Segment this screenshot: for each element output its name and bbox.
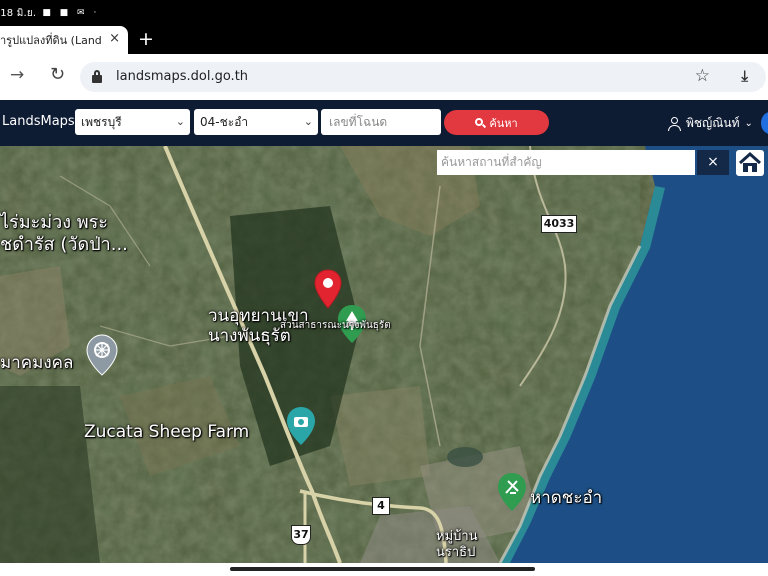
- province-select[interactable]: เพชรบุรี ⌄: [75, 109, 190, 135]
- download-icon[interactable]: ⤓: [741, 67, 748, 85]
- browser-tab[interactable]: ารูปแปลงที่ดิน (Land ×: [0, 26, 128, 54]
- road-shield-37: 37: [291, 525, 311, 545]
- notification-icons: ■ ■ ✉ ·: [42, 8, 100, 18]
- url-text: landsmaps.dol.go.th: [116, 69, 249, 84]
- search-button[interactable]: ค้นหา: [444, 110, 549, 135]
- temple-marker-icon[interactable]: [86, 334, 118, 376]
- lock-icon: [92, 70, 102, 83]
- tab-title: ารูปแปลงที่ดิน (Land: [0, 34, 102, 47]
- farm-marker-icon[interactable]: [286, 406, 316, 446]
- home-button[interactable]: [736, 150, 764, 176]
- beach-marker-icon[interactable]: [497, 472, 527, 512]
- road-shield-4: 4: [372, 497, 390, 515]
- bookmark-star-icon[interactable]: ☆: [695, 66, 710, 86]
- deed-number-input[interactable]: เลขที่โฉนด: [321, 109, 441, 135]
- district-value: 04-ชะอำ: [200, 115, 249, 129]
- user-menu[interactable]: พิชญ์ณินท์ ⌄: [668, 114, 753, 133]
- location-pin-icon[interactable]: [314, 269, 342, 309]
- map-label-village[interactable]: หมู่บ้าน นราธิป: [436, 529, 478, 561]
- map-label-farm[interactable]: Zucata Sheep Farm: [84, 422, 249, 442]
- map-label-beach[interactable]: หาดชะอำ: [530, 484, 602, 511]
- reload-icon[interactable]: ↻: [50, 64, 65, 85]
- map-label-temple[interactable]: ไร่มะม่วง พระ ชดำรัส (วัดป่า...: [0, 212, 128, 256]
- gesture-handle[interactable]: [230, 567, 535, 571]
- forward-icon[interactable]: →: [10, 65, 24, 85]
- map-label-mangala[interactable]: มาคมงคล: [0, 349, 73, 376]
- chevron-down-icon: ⌄: [744, 118, 753, 129]
- brand-logo[interactable]: LandsMaps: [2, 114, 75, 129]
- home-icon: [738, 151, 762, 172]
- app-navbar: LandsMaps เพชรบุรี ⌄ 04-ชะอำ ⌄ เลขที่โฉน…: [0, 100, 768, 146]
- tab-close-icon[interactable]: ×: [109, 31, 120, 46]
- bottom-bar: [0, 563, 768, 576]
- search-icon: [475, 117, 487, 128]
- road-shield-4033: 4033: [541, 215, 577, 233]
- search-button-label: ค้นหา: [489, 116, 518, 130]
- poi-search-input[interactable]: ค้นหาสถานที่สำคัญ: [437, 150, 695, 175]
- satellite-map[interactable]: ไร่มะม่วง พระ ชดำรัส (วัดป่า... วนอุทยาน…: [0, 146, 768, 563]
- province-value: เพชรบุรี: [81, 115, 122, 129]
- new-tab-button[interactable]: +: [138, 28, 154, 50]
- user-name: พิชญ์ณินท์: [686, 116, 740, 130]
- chevron-down-icon: ⌄: [303, 115, 313, 128]
- tab-strip: ารูปแปลงที่ดิน (Land × +: [0, 26, 768, 54]
- screen: ี18 มิ.ย. ■ ■ ✉ · ารูปแปลงที่ดิน (Land ×…: [0, 0, 768, 576]
- status-bar: ี18 มิ.ย. ■ ■ ✉ ·: [0, 0, 768, 26]
- address-row: → ↻ landsmaps.dol.go.th ☆ ⤓: [0, 54, 768, 100]
- omnibox[interactable]: landsmaps.dol.go.th ☆ ⤓: [80, 62, 766, 92]
- user-icon: [668, 117, 681, 131]
- status-date: ี18 มิ.ย.: [0, 7, 37, 19]
- district-select[interactable]: 04-ชะอำ ⌄: [194, 109, 318, 135]
- chevron-down-icon: ⌄: [175, 115, 185, 128]
- map-label-park-small[interactable]: สวนสาธารณะนางพันธุรัต: [280, 318, 391, 333]
- poi-search-close-icon[interactable]: ×: [697, 150, 729, 175]
